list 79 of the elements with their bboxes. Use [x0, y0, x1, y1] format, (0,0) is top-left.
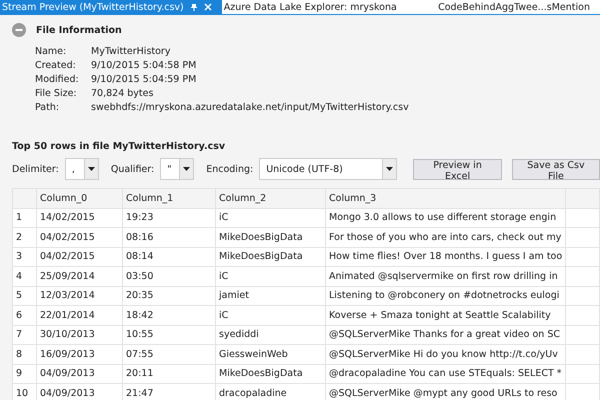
table-cell: MikeDoesBigData	[216, 247, 326, 266]
table-cell: 16/09/2013	[36, 344, 122, 364]
table-cell: @SQLServerMike Hi do you know http://t.co/yUv	[326, 344, 566, 364]
row-number: 10	[12, 384, 36, 400]
field-label: Modified:	[35, 74, 80, 85]
column-header[interactable]: Column_1	[122, 188, 216, 208]
option-label: Delimiter:	[12, 164, 59, 174]
table-cell: MikeDoesBigData	[216, 228, 326, 247]
field-value: 70,824 bytes	[91, 88, 154, 99]
table-cell: Mongo 3.0 allows to use different storage engin	[326, 208, 566, 228]
table-cell: 10:55	[122, 325, 216, 344]
field-value: 9/10/2015 5:04:59 PM	[91, 74, 198, 85]
field-label: File Size:	[35, 88, 78, 99]
document-tab[interactable]: CodeBehindAggTwee...sMention	[436, 0, 600, 14]
column-header[interactable]: Column_3	[326, 188, 566, 208]
table-cell: 07:55	[122, 344, 216, 364]
table-cell: iC	[216, 208, 326, 228]
table-cell: 18:42	[122, 306, 216, 325]
table-cell: 30/10/2013	[36, 325, 122, 344]
table-cell: iC	[216, 306, 326, 325]
row-number: 4	[12, 266, 36, 286]
table-cell: For those of you who are into cars, check out my	[326, 228, 566, 247]
field-label: Path:	[35, 102, 60, 113]
table-cell: jamiet	[216, 286, 326, 306]
collapse-icon[interactable]	[12, 23, 26, 37]
table-cell: 04/02/2015	[36, 228, 122, 247]
table-cell: 25/09/2014	[36, 266, 122, 286]
option-label: Qualifier:	[110, 164, 154, 174]
option-dropdown[interactable]: ,	[64, 158, 99, 180]
row-number: 9	[12, 364, 36, 384]
field-label: Created:	[35, 60, 77, 71]
column-header[interactable]: Column_0	[36, 188, 122, 208]
table-cell: 04/09/2013	[36, 364, 122, 384]
row-number: 1	[12, 208, 36, 228]
table-cell: 12/03/2014	[36, 286, 122, 306]
table-cell: @SQLServerMike Thanks for a great video on SC	[326, 325, 566, 344]
option-dropdown[interactable]: "	[160, 158, 194, 180]
table-cell: 22/01/2014	[36, 306, 122, 325]
row-number: 5	[12, 286, 36, 306]
table-cell: 19:23	[122, 208, 216, 228]
action-button[interactable]: Preview in Excel	[413, 158, 502, 180]
table-cell: GiessweinWeb	[216, 344, 326, 364]
table-cell: How time flies! Over 18 months. I guess I am too	[326, 247, 566, 266]
row-number: 6	[12, 306, 36, 325]
row-number: 2	[12, 228, 36, 247]
document-tab[interactable]: Stream Preview (MyTwitterHistory.csv)	[0, 0, 222, 14]
preview-title: Top 50 rows in file MyTwitterHistory.csv	[12, 141, 226, 152]
section-title: File Information	[36, 24, 122, 36]
table-cell: 20:35	[122, 286, 216, 306]
caret-icon	[386, 167, 394, 171]
field-value: swebhdfs://mryskona.azuredatalake.net/input/MyTwitterHistory.csv	[91, 102, 410, 113]
option-label: Encoding:	[206, 164, 254, 174]
table-cell: Koverse + Smaza tonight at Seattle Scalability	[326, 306, 566, 325]
pin-icon[interactable]	[190, 3, 198, 11]
table-cell: 08:16	[122, 228, 216, 247]
table-cell: @dracopaladine You can use STEquals: SELECT *	[326, 364, 566, 384]
column-header[interactable]: Column_2	[216, 188, 326, 208]
table-cell: Animated @sqlservermike on first row drilling in	[326, 266, 566, 286]
table-cell: MikeDoesBigData	[216, 364, 326, 384]
table-cell: 08:14	[122, 247, 216, 266]
action-button[interactable]: Save as Csv File	[512, 158, 600, 180]
document-tab[interactable]: Azure Data Lake Explorer: mryskona	[222, 0, 407, 14]
table-cell: 14/02/2015	[36, 208, 122, 228]
row-number: 8	[12, 344, 36, 364]
table-cell: Listening to @robconery on #dotnetrocks eulogi	[326, 286, 566, 306]
field-label: Name:	[35, 46, 68, 57]
table-cell: 04/02/2015	[36, 247, 122, 266]
row-number: 7	[12, 325, 36, 344]
table-cell: iC	[216, 266, 326, 286]
field-value: MyTwitterHistory	[91, 46, 172, 57]
close-icon[interactable]	[204, 3, 212, 11]
caret-icon	[183, 167, 190, 171]
row-number: 3	[12, 247, 36, 266]
field-value: 9/10/2015 5:04:58 PM	[91, 60, 198, 71]
caret-icon	[88, 167, 95, 171]
table-cell: syediddi	[216, 325, 326, 344]
option-dropdown[interactable]: Unicode (UTF-8)	[259, 158, 398, 180]
table-cell: 03:50	[122, 266, 216, 286]
table-cell: 20:11	[122, 364, 216, 384]
